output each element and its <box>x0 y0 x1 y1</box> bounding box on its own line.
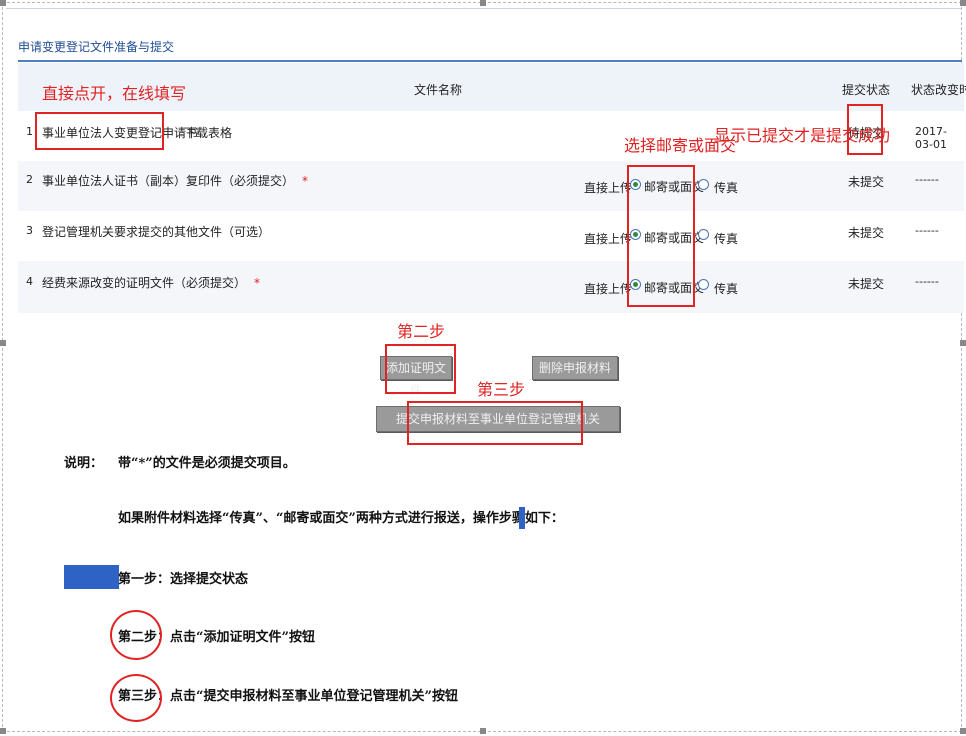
status-text: 未提交 <box>848 277 885 291</box>
required-mark: * <box>254 276 261 290</box>
highlight-application-file <box>35 112 164 150</box>
note-step1: 第一步：选择提交状态 <box>118 572 249 587</box>
top-divider <box>6 8 961 9</box>
table-row: 2 事业单位法人证书（副本）复印件（必须提交） * 直接上传 邮寄或面交 传真 未… <box>18 161 964 211</box>
radio-fax[interactable] <box>698 229 709 240</box>
direct-upload-link[interactable]: 直接上传 <box>584 179 632 196</box>
file-name-text: 事业单位法人证书（副本）复印件（必须提交） <box>42 174 295 188</box>
annotation-step-two: 第二步 <box>397 322 446 341</box>
note-intro-label: 说明： <box>64 456 104 471</box>
table-row: 4 经费来源改变的证明文件（必须提交） * 直接上传 邮寄或面交 传真 未提交 -… <box>18 261 964 313</box>
row-number: 4 <box>26 275 33 288</box>
status-time: ------ <box>915 173 939 186</box>
file-name: 经费来源改变的证明文件（必须提交） * <box>42 274 260 291</box>
resize-handle-tl[interactable] <box>0 0 6 6</box>
highlight-mail-options <box>627 165 695 307</box>
file-name: 登记管理机关要求提交的其他文件（可选） <box>42 225 271 239</box>
note-step3: 第三步：点击“提交申报材料至事业单位登记管理机关”按钮 <box>118 689 458 704</box>
row-number: 3 <box>26 224 33 237</box>
resize-handle-br[interactable] <box>960 728 966 734</box>
status-time: ------ <box>915 224 939 237</box>
resize-handle-right[interactable] <box>960 340 966 346</box>
status-time: ------ <box>915 275 939 288</box>
highlight-submit-button <box>407 401 583 445</box>
radio-fax[interactable] <box>698 179 709 190</box>
status-time: 2017-03-01 <box>915 125 947 151</box>
highlight-add-proof-button <box>385 344 456 394</box>
direct-upload-link[interactable]: 直接上传 <box>584 280 632 297</box>
status-text: 未提交 <box>848 226 885 240</box>
row-number: 2 <box>26 173 33 186</box>
circle-step2 <box>110 610 162 660</box>
delete-material-button[interactable]: 删除申报材料 <box>532 356 618 380</box>
title-underline <box>18 60 962 62</box>
download-form-link[interactable]: 下载表格 <box>184 124 232 141</box>
row-number: 1 <box>26 125 33 138</box>
radio-label-fax: 传真 <box>714 232 739 246</box>
status-text: 未提交 <box>848 175 885 189</box>
table-row: 3 登记管理机关要求提交的其他文件（可选） 直接上传 邮寄或面交 传真 未提交 … <box>18 211 964 261</box>
file-name: 事业单位法人证书（副本）复印件（必须提交） * <box>42 172 308 189</box>
panel-title: 申请变更登记文件准备与提交 <box>18 40 175 54</box>
note-method: 如果附件材料选择“传真”、“邮寄或面交”两种方式进行报送，操作步骤如下： <box>118 511 564 526</box>
note-intro-text: 带“*”的文件是必须提交项目。 <box>118 456 296 471</box>
required-mark: * <box>302 174 309 188</box>
header-file-name: 文件名称 <box>414 83 463 97</box>
radio-fax[interactable] <box>698 279 709 290</box>
text-cursor <box>519 507 525 529</box>
radio-label-fax: 传真 <box>714 282 739 296</box>
file-name-text: 经费来源改变的证明文件（必须提交） <box>42 276 247 290</box>
highlight-status <box>847 104 883 155</box>
header-submit-status: 提交状态 <box>842 83 891 97</box>
resize-handle-bl[interactable] <box>0 728 6 734</box>
resize-handle-left[interactable] <box>0 340 6 346</box>
resize-handle-top[interactable] <box>480 0 486 6</box>
annotation-step-three: 第三步 <box>477 380 526 399</box>
selection-block <box>64 565 119 589</box>
resize-handle-tr[interactable] <box>960 0 966 6</box>
direct-upload-link[interactable]: 直接上传 <box>584 230 632 247</box>
resize-handle-bottom[interactable] <box>480 728 486 734</box>
header-status-time: 状态改变时间 <box>911 83 966 97</box>
annotation-open-online: 直接点开，在线填写 <box>42 84 187 103</box>
radio-label-fax: 传真 <box>714 181 739 195</box>
circle-step3 <box>110 674 162 722</box>
